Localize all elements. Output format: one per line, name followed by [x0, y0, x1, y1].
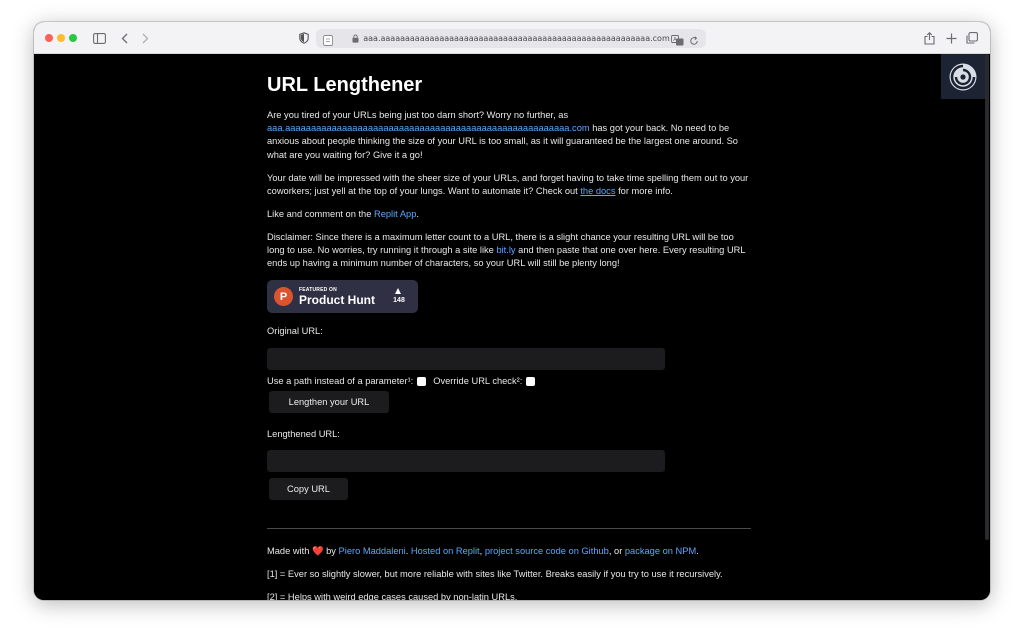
- close-window-button[interactable]: [45, 34, 53, 42]
- upvote-triangle-icon: [395, 288, 401, 294]
- path-option-label: Use a path instead of a parameter¹:: [267, 376, 414, 386]
- reload-icon[interactable]: [689, 33, 699, 51]
- new-tab-icon[interactable]: [945, 30, 957, 46]
- page-body: URL Lengthener Are you tired of your URL…: [34, 54, 990, 600]
- product-hunt-logo-icon: P: [274, 287, 293, 306]
- intro-paragraph: Are you tired of your URLs being just to…: [267, 110, 738, 160]
- lengthen-url-button[interactable]: Lengthen your URL: [269, 391, 389, 413]
- docs-link[interactable]: the docs: [580, 186, 615, 196]
- site-link[interactable]: aaa.aaaaaaaaaaaaaaaaaaaaaaaaaaaaaaaaaaaa…: [267, 123, 590, 133]
- author-link[interactable]: Piero Maddaleni: [339, 546, 406, 556]
- upvote-count: 148: [393, 297, 405, 304]
- copy-url-button[interactable]: Copy URL: [269, 478, 348, 500]
- share-icon[interactable]: [923, 30, 935, 46]
- original-url-label: Original URL:: [267, 326, 323, 336]
- tab-overview-icon[interactable]: [966, 30, 978, 46]
- options-row: Use a path instead of a parameter¹: Over…: [267, 376, 542, 386]
- back-icon[interactable]: [119, 30, 129, 46]
- privacy-shield-icon[interactable]: [298, 30, 310, 46]
- address-bar[interactable]: aaa.aaaaaaaaaaaaaaaaaaaaaaaaaaaaaaaaaaaa…: [316, 29, 706, 48]
- lengthened-url-label: Lengthened URL:: [267, 429, 340, 439]
- replit-badge[interactable]: [941, 54, 985, 99]
- svg-text:A: A: [673, 37, 677, 43]
- replit-app-link[interactable]: Replit App: [374, 209, 416, 219]
- replit-logo-icon: [949, 63, 977, 90]
- like-paragraph: Like and comment on the Replit App.: [267, 209, 419, 219]
- scrollbar[interactable]: [985, 54, 989, 540]
- browser-toolbar: aaa.aaaaaaaaaaaaaaaaaaaaaaaaaaaaaaaaaaaa…: [34, 22, 990, 54]
- path-option-checkbox[interactable]: [417, 376, 427, 386]
- override-option-checkbox[interactable]: [526, 376, 536, 386]
- product-hunt-name: Product Hunt: [299, 293, 375, 307]
- forward-icon[interactable]: [140, 30, 150, 46]
- replit-hosted-link[interactable]: Hosted on Replit: [411, 546, 480, 556]
- translate-icon[interactable]: A: [671, 33, 684, 51]
- footnote-1: [1] = Ever so slightly slower, but more …: [267, 569, 723, 579]
- lengthened-url-output[interactable]: [267, 450, 665, 472]
- browser-window: aaa.aaaaaaaaaaaaaaaaaaaaaaaaaaaaaaaaaaaa…: [34, 22, 990, 600]
- lock-icon: [352, 34, 359, 43]
- minimize-window-button[interactable]: [57, 34, 65, 42]
- page-icon: [323, 33, 333, 51]
- bitly-link[interactable]: bit.ly: [496, 245, 515, 255]
- page-title: URL Lengthener: [267, 74, 423, 96]
- footnote-2: [2] = Helps with weird edge cases caused…: [267, 592, 518, 600]
- zoom-window-button[interactable]: [69, 34, 77, 42]
- url-text: aaa.aaaaaaaaaaaaaaaaaaaaaaaaaaaaaaaaaaaa…: [363, 34, 670, 43]
- npm-link[interactable]: package on NPM: [625, 546, 696, 556]
- heart-icon: ❤️: [311, 546, 324, 556]
- disclaimer-paragraph: Disclaimer: Since there is a maximum let…: [267, 232, 746, 269]
- override-option-label: Override URL check²:: [433, 376, 523, 386]
- original-url-input[interactable]: [267, 348, 665, 370]
- sidebar-icon[interactable]: [92, 30, 106, 46]
- footer-divider: [267, 528, 751, 529]
- product-hunt-badge[interactable]: P FEATURED ON Product Hunt 148: [267, 280, 418, 313]
- github-link[interactable]: project source code on Github: [485, 546, 609, 556]
- date-paragraph: Your date will be impressed with the she…: [267, 173, 749, 197]
- footer-credits: Made with ❤️ by Piero Maddaleni. Hosted …: [267, 546, 699, 556]
